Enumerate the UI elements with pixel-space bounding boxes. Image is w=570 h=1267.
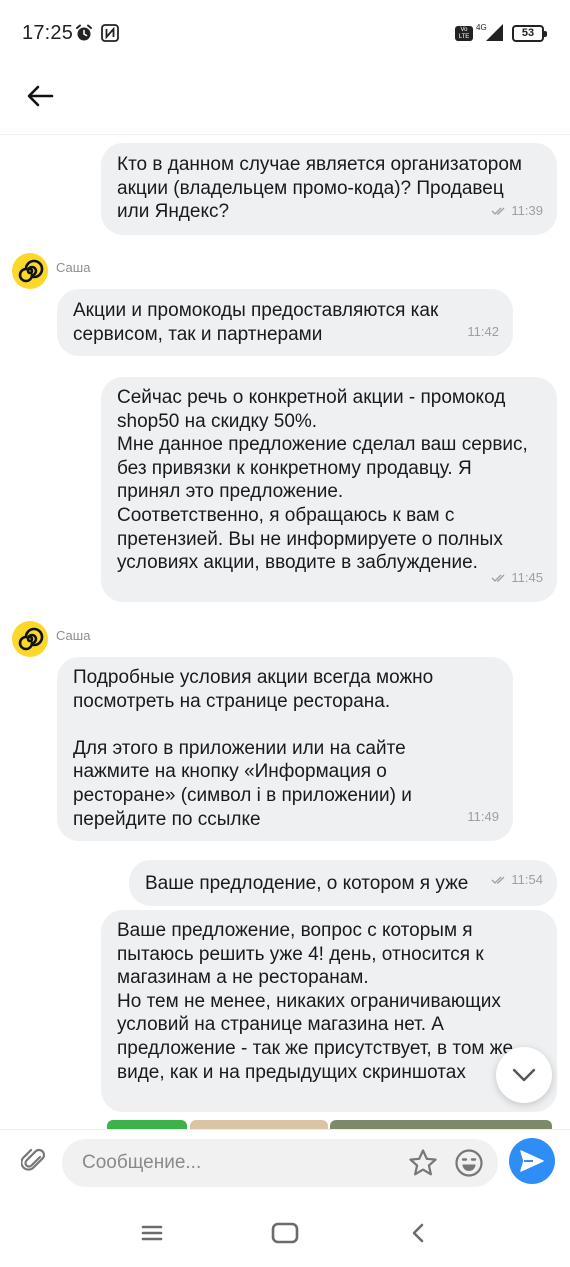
emoji-button[interactable] xyxy=(449,1143,489,1183)
outgoing-message[interactable]: Ваше предложение, вопрос с которым я пыт… xyxy=(101,910,557,1112)
attach-button[interactable] xyxy=(14,1140,54,1180)
smile-icon xyxy=(455,1149,483,1177)
outgoing-message[interactable]: Сейчас речь о конкретной акции - промоко… xyxy=(101,377,557,602)
double-check-icon xyxy=(491,876,505,885)
sender-name: Саша xyxy=(56,260,91,275)
double-check-icon xyxy=(491,207,505,216)
message-time: 11:39 xyxy=(511,203,543,219)
nav-menu-button[interactable] xyxy=(132,1213,172,1253)
incoming-message[interactable]: Подробные условия акции всегда можно пос… xyxy=(57,657,513,841)
double-check-icon xyxy=(491,574,505,583)
scroll-down-button[interactable] xyxy=(496,1047,552,1103)
back-icon xyxy=(412,1223,424,1243)
message-meta: 11:42 xyxy=(467,320,499,344)
message-text: Акции и промокоды предоставляются как се… xyxy=(73,300,439,345)
favorites-button[interactable] xyxy=(403,1143,443,1183)
header-divider xyxy=(0,134,570,135)
message-time: 11:45 xyxy=(511,570,543,586)
incoming-message[interactable]: Акции и промокоды предоставляются как се… xyxy=(57,289,513,356)
message-meta: 11:39 xyxy=(491,199,543,223)
spiral-logo-icon xyxy=(18,259,44,283)
message-text: Кто в данном случае является организатор… xyxy=(117,154,522,223)
alarm-icon xyxy=(76,24,92,41)
message-meta: 11:49 xyxy=(467,805,499,829)
star-icon xyxy=(409,1149,437,1176)
spiral-logo-icon xyxy=(18,627,44,651)
message-time: 11:42 xyxy=(467,324,499,340)
message-text: Ваше предлодение, о котором я уже xyxy=(145,873,469,894)
avatar xyxy=(12,253,48,289)
outgoing-message[interactable]: Ваше предлодение, о котором я уже 11:54 xyxy=(129,860,557,906)
chevron-down-icon xyxy=(512,1068,536,1082)
message-meta: 11:54 xyxy=(491,868,543,892)
home-icon xyxy=(271,1222,299,1244)
send-button[interactable] xyxy=(509,1138,555,1184)
message-time: 11:49 xyxy=(467,809,499,825)
signal-icon: 4G xyxy=(476,23,503,41)
message-time: 11:54 xyxy=(511,872,543,888)
arrow-left-icon xyxy=(27,85,54,107)
avatar xyxy=(12,621,48,657)
nav-home-button[interactable] xyxy=(265,1213,305,1253)
composer-divider xyxy=(0,1129,570,1130)
outgoing-message[interactable]: Кто в данном случае является организатор… xyxy=(101,143,557,235)
nav-back-button[interactable] xyxy=(398,1213,438,1253)
message-text: Подробные условия акции всегда можно пос… xyxy=(73,667,434,830)
status-time: 17:25 xyxy=(22,22,74,44)
back-button[interactable] xyxy=(18,74,62,118)
sender-name: Саша xyxy=(56,628,91,643)
network-type-label: 4G xyxy=(476,23,487,32)
menu-icon xyxy=(141,1225,163,1241)
nfc-icon xyxy=(101,24,119,42)
message-text: Ваше предложение, вопрос с которым я пыт… xyxy=(117,920,514,1083)
message-text: Сейчас речь о конкретной акции - промоко… xyxy=(117,387,528,574)
status-bar: 17:25 Vo LTE 4G 53 xyxy=(0,0,570,64)
message-meta: 11:45 xyxy=(491,566,543,590)
send-icon xyxy=(520,1150,544,1172)
battery-icon: 53 xyxy=(512,25,547,42)
paperclip-icon xyxy=(21,1148,46,1171)
volte-icon: Vo LTE xyxy=(455,26,473,41)
